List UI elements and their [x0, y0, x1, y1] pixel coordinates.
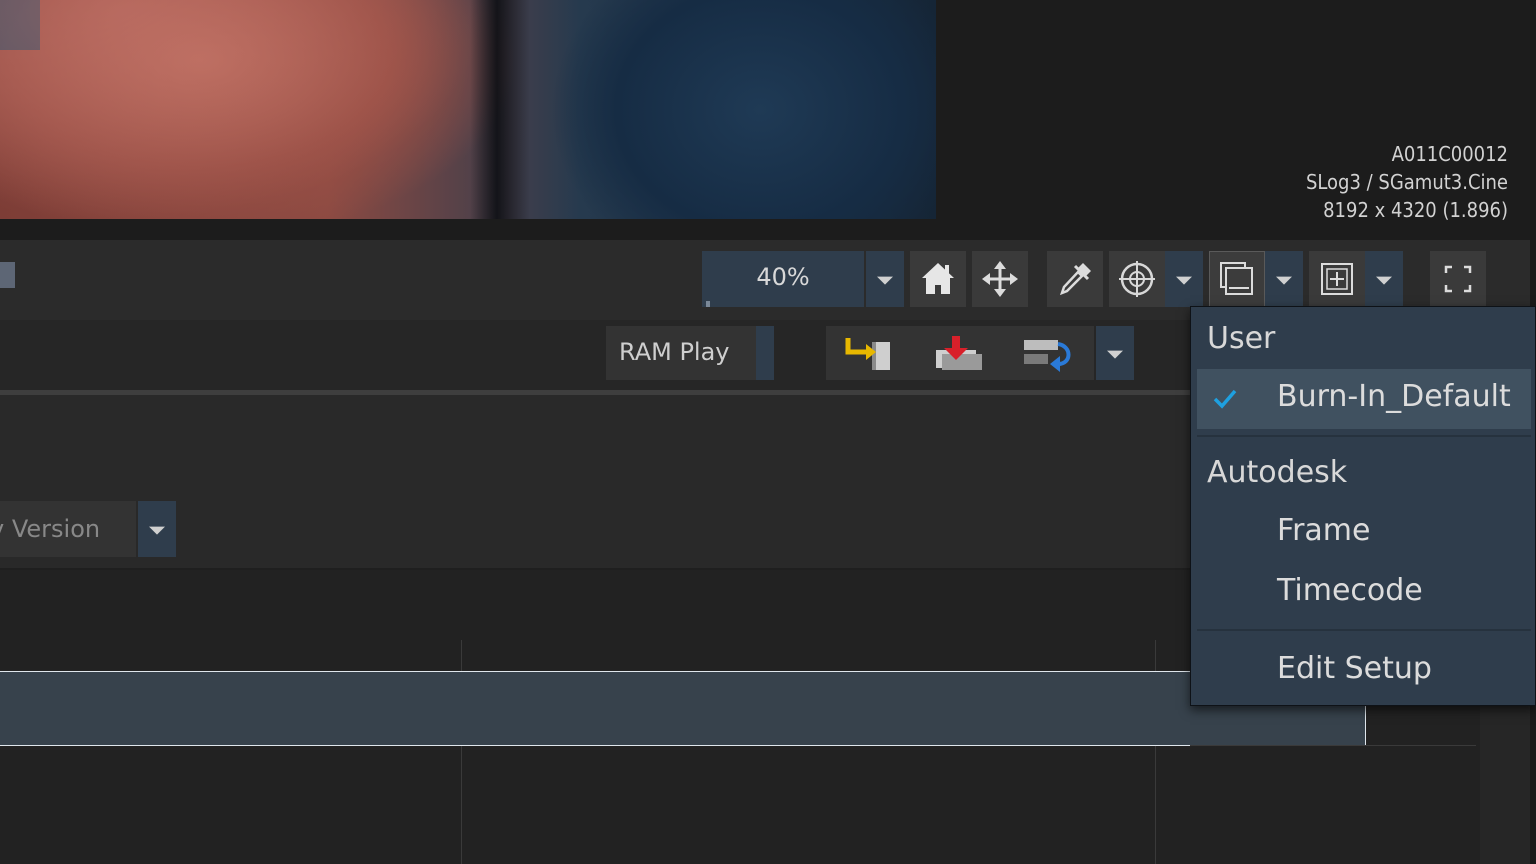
zoom-field[interactable]: 40%: [702, 251, 864, 307]
home-icon: [922, 263, 954, 294]
chevron-down-icon: [1276, 276, 1292, 285]
ram-play-button[interactable]: RAM Play: [606, 326, 756, 380]
timeline-clip-segment[interactable]: [0, 671, 1366, 746]
target-button[interactable]: [1109, 251, 1165, 307]
clip-color-space: SLog3 / SGamut3.Cine: [1305, 170, 1508, 194]
move-icon: [982, 261, 1018, 297]
version-label: v Version: [0, 515, 101, 543]
zoom-progress: [706, 301, 710, 307]
zoom-dropdown-button[interactable]: [866, 251, 904, 307]
menu-item-timecode[interactable]: Timecode: [1197, 563, 1531, 623]
menu-section-autodesk: Autodesk: [1207, 455, 1348, 490]
chevron-down-icon: [877, 276, 893, 285]
add-frame-icon: [1321, 263, 1353, 295]
menu-item-label: Frame: [1277, 513, 1371, 548]
overwrite-icon[interactable]: [930, 334, 990, 374]
overlay-button[interactable]: [1209, 251, 1265, 307]
menu-section-user: User: [1207, 321, 1276, 356]
edit-actions-group: [826, 326, 1094, 380]
menu-item-edit-setup[interactable]: Edit Setup: [1197, 641, 1531, 701]
chevron-down-icon: [1376, 276, 1392, 285]
version-dropdown-button[interactable]: [138, 501, 176, 557]
ram-play-label: RAM Play: [619, 338, 730, 366]
menu-item-burnin-default[interactable]: Burn-In_Default: [1197, 369, 1531, 429]
checkmark-icon: [1213, 389, 1237, 409]
burnin-dropdown-menu: User Burn-In_Default Autodesk Frame Time…: [1190, 306, 1536, 706]
clip-info-overlay: A011C00012 SLog3 / SGamut3.Cine 8192 x 4…: [1306, 140, 1508, 224]
version-row: [0, 395, 1190, 570]
insert-icon[interactable]: [842, 334, 902, 374]
replace-icon[interactable]: [1018, 334, 1078, 374]
menu-item-frame[interactable]: Frame: [1197, 503, 1531, 563]
fullscreen-button[interactable]: [1430, 251, 1486, 307]
menu-item-label: Edit Setup: [1277, 651, 1432, 686]
target-dropdown-button[interactable]: [1165, 251, 1203, 307]
menu-item-label: Timecode: [1277, 573, 1423, 608]
home-button[interactable]: [910, 251, 966, 307]
pan-button[interactable]: [972, 251, 1028, 307]
ram-play-indicator[interactable]: [756, 326, 774, 380]
timeline-track-line: [1190, 745, 1476, 746]
fullscreen-icon: [1444, 265, 1472, 293]
chevron-down-icon: [1176, 276, 1192, 285]
chevron-down-icon: [149, 526, 165, 535]
add-frame-dropdown-button[interactable]: [1365, 251, 1403, 307]
image-detail: [0, 0, 500, 219]
clip-resolution: 8192 x 4320 (1.896): [1323, 198, 1508, 222]
clip-name: A011C00012: [1391, 142, 1508, 166]
menu-separator: [1197, 435, 1531, 437]
overlay-dropdown-button[interactable]: [1265, 251, 1303, 307]
menu-separator: [1197, 629, 1531, 631]
chevron-down-icon: [1107, 350, 1123, 359]
overlay-icon: [1220, 262, 1253, 295]
version-selector[interactable]: v Version: [0, 501, 136, 557]
zoom-value: 40%: [756, 263, 810, 291]
frame-image: [0, 0, 936, 219]
viewer-area: A011C00012 SLog3 / SGamut3.Cine 8192 x 4…: [0, 0, 1536, 240]
add-frame-button[interactable]: [1309, 251, 1365, 307]
color-picker-button[interactable]: [1047, 251, 1103, 307]
image-detail: [470, 0, 530, 219]
eyedropper-icon: [1059, 263, 1091, 296]
edit-actions-dropdown-button[interactable]: [1096, 326, 1134, 380]
crosshair-icon: [1119, 261, 1155, 297]
menu-item-label: Burn-In_Default: [1277, 379, 1511, 414]
panel-handle[interactable]: [0, 262, 15, 288]
